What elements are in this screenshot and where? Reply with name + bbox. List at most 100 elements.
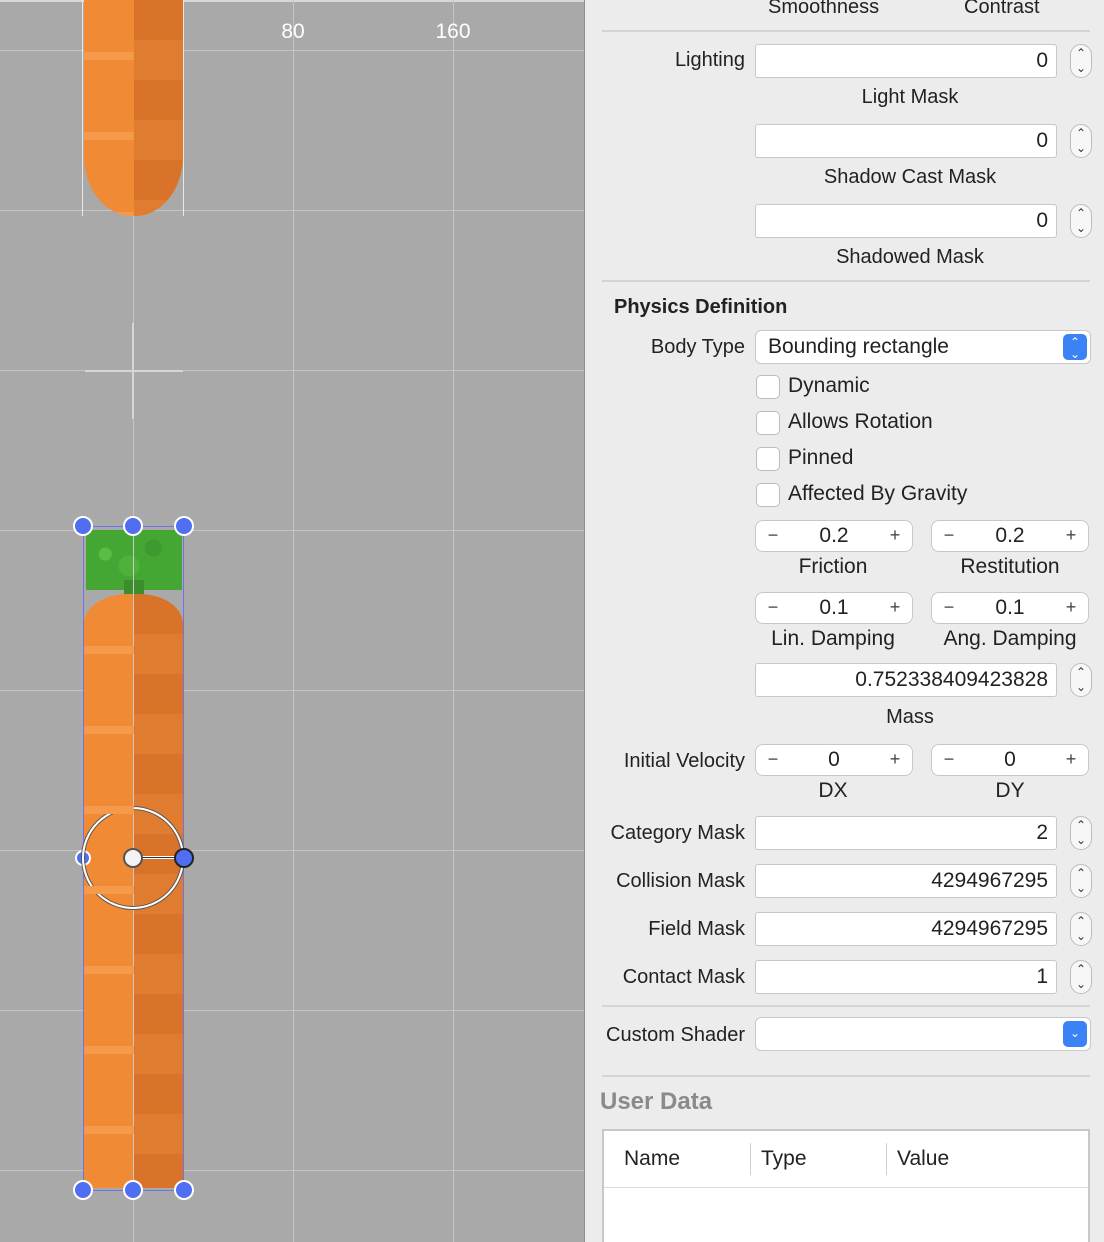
shadowed-mask-label: Shadowed Mask <box>836 246 984 268</box>
affected-by-gravity-checkbox[interactable] <box>756 483 780 507</box>
lin-damping-label: Lin. Damping <box>771 627 895 650</box>
category-mask-label: Category Mask <box>610 822 746 844</box>
separator <box>602 1075 1090 1077</box>
mass-field[interactable]: 0.752338409423828 <box>755 663 1057 697</box>
ang-damping-decrement-button[interactable]: − <box>934 593 964 623</box>
initial-velocity-label: Initial Velocity <box>623 750 745 772</box>
light-mask-stepper[interactable]: ⌃ ⌄ <box>1070 124 1092 158</box>
collision-mask-field[interactable]: 4294967295 <box>755 864 1057 898</box>
restitution-decrement-button[interactable]: − <box>934 521 964 551</box>
friction-decrement-button[interactable]: − <box>758 521 788 551</box>
contrast-label: Contrast <box>964 0 1040 18</box>
popup-updown-icon: ⌃ ⌄ <box>1063 334 1087 360</box>
category-mask-stepper[interactable]: ⌃ ⌄ <box>1070 816 1092 850</box>
attributes-inspector: Smoothness Contrast Lighting 0 ⌃ ⌄ Light … <box>586 0 1104 1242</box>
scene-canvas[interactable]: 0 80 160 <box>0 0 585 1242</box>
collision-mask-stepper[interactable]: ⌃ ⌄ <box>1070 864 1092 898</box>
resize-handle-bottom-right[interactable] <box>174 1180 194 1200</box>
field-mask-label: Field Mask <box>648 918 745 940</box>
velocity-dx-value[interactable]: 0 <box>786 745 882 775</box>
affected-by-gravity-label: Affected By Gravity <box>788 482 968 505</box>
resize-handle-top[interactable] <box>123 516 143 536</box>
velocity-dy-decrement-button[interactable]: − <box>934 745 964 775</box>
pinned-label: Pinned <box>788 446 854 469</box>
user-data-title: User Data <box>600 1088 713 1115</box>
friction-value[interactable]: 0.2 <box>786 521 882 551</box>
lighting-label: Lighting <box>674 49 745 71</box>
custom-shader-label: Custom Shader <box>606 1024 745 1046</box>
ang-damping-label: Ang. Damping <box>943 627 1077 650</box>
shadow-cast-mask-label: Shadow Cast Mask <box>823 166 997 188</box>
grid-line <box>293 0 294 1242</box>
pinned-checkbox[interactable] <box>756 447 780 471</box>
carrot-sprite-top[interactable] <box>84 0 183 216</box>
field-mask-field[interactable]: 4294967295 <box>755 912 1057 946</box>
separator <box>602 30 1090 32</box>
resize-handle-top-left[interactable] <box>73 516 93 536</box>
allows-rotation-checkbox[interactable] <box>756 411 780 435</box>
velocity-dy-label: DY <box>995 779 1025 802</box>
light-mask-label: Light Mask <box>861 86 959 108</box>
resize-handle-top-right[interactable] <box>174 516 194 536</box>
body-type-popup[interactable]: Bounding rectangle ⌃ ⌄ <box>755 330 1091 364</box>
friction-label: Friction <box>798 555 868 578</box>
allows-rotation-label: Allows Rotation <box>788 410 933 433</box>
friction-stepper[interactable]: − 0.2 + <box>755 520 913 552</box>
grid-line <box>453 0 454 1242</box>
light-mask-field[interactable]: 0 <box>755 124 1057 158</box>
chevron-down-icon: ⌄ <box>1063 1021 1087 1047</box>
body-type-value: Bounding rectangle <box>768 335 949 358</box>
restitution-increment-button[interactable]: + <box>1056 521 1086 551</box>
column-header-type[interactable]: Type <box>741 1131 877 1187</box>
velocity-dx-increment-button[interactable]: + <box>880 745 910 775</box>
physics-definition-title: Physics Definition <box>614 296 788 318</box>
dynamic-label: Dynamic <box>788 374 870 397</box>
lighting-field[interactable]: 0 <box>755 44 1057 78</box>
table-header-divider <box>604 1187 1088 1188</box>
rotation-handle[interactable] <box>174 848 194 868</box>
column-header-name[interactable]: Name <box>604 1131 750 1187</box>
carrot-outline <box>82 0 83 216</box>
body-type-label: Body Type <box>650 336 745 358</box>
canvas-separator <box>584 0 585 1242</box>
velocity-dx-label: DX <box>818 779 848 802</box>
field-mask-stepper[interactable]: ⌃ ⌄ <box>1070 912 1092 946</box>
ang-damping-value[interactable]: 0.1 <box>962 593 1058 623</box>
ang-damping-stepper[interactable]: − 0.1 + <box>931 592 1089 624</box>
ruler-label-80: 80 <box>281 20 305 43</box>
shadow-cast-mask-stepper[interactable]: ⌃ ⌄ <box>1070 204 1092 238</box>
friction-increment-button[interactable]: + <box>880 521 910 551</box>
restitution-stepper[interactable]: − 0.2 + <box>931 520 1089 552</box>
category-mask-field[interactable]: 2 <box>755 816 1057 850</box>
ang-damping-increment-button[interactable]: + <box>1056 593 1086 623</box>
shadow-cast-mask-field[interactable]: 0 <box>755 204 1057 238</box>
velocity-dx-stepper[interactable]: − 0 + <box>755 744 913 776</box>
lin-damping-decrement-button[interactable]: − <box>758 593 788 623</box>
separator <box>602 280 1090 282</box>
ruler-label-160: 160 <box>435 20 471 43</box>
dynamic-checkbox[interactable] <box>756 375 780 399</box>
contact-mask-field[interactable]: 1 <box>755 960 1057 994</box>
custom-shader-popup[interactable]: ⌄ <box>755 1017 1091 1051</box>
mass-label: Mass <box>886 706 934 728</box>
smoothness-label: Smoothness <box>768 0 880 18</box>
lighting-stepper[interactable]: ⌃ ⌄ <box>1070 44 1092 78</box>
velocity-dy-increment-button[interactable]: + <box>1056 745 1086 775</box>
column-header-value[interactable]: Value <box>877 1131 1077 1187</box>
velocity-dy-stepper[interactable]: − 0 + <box>931 744 1089 776</box>
separator <box>602 1005 1090 1007</box>
user-data-table[interactable]: Name Type Value <box>602 1129 1090 1242</box>
collision-mask-label: Collision Mask <box>616 870 745 892</box>
velocity-dx-decrement-button[interactable]: − <box>758 745 788 775</box>
contact-mask-label: Contact Mask <box>622 966 745 988</box>
velocity-dy-value[interactable]: 0 <box>962 745 1058 775</box>
restitution-value[interactable]: 0.2 <box>962 521 1058 551</box>
carrot-outline <box>183 0 184 216</box>
mass-stepper[interactable]: ⌃ ⌄ <box>1070 663 1092 697</box>
contact-mask-stepper[interactable]: ⌃ ⌄ <box>1070 960 1092 994</box>
lin-damping-value[interactable]: 0.1 <box>786 593 882 623</box>
lin-damping-stepper[interactable]: − 0.1 + <box>755 592 913 624</box>
restitution-label: Restitution <box>960 555 1060 578</box>
lin-damping-increment-button[interactable]: + <box>880 593 910 623</box>
origin-crosshair <box>85 370 183 372</box>
